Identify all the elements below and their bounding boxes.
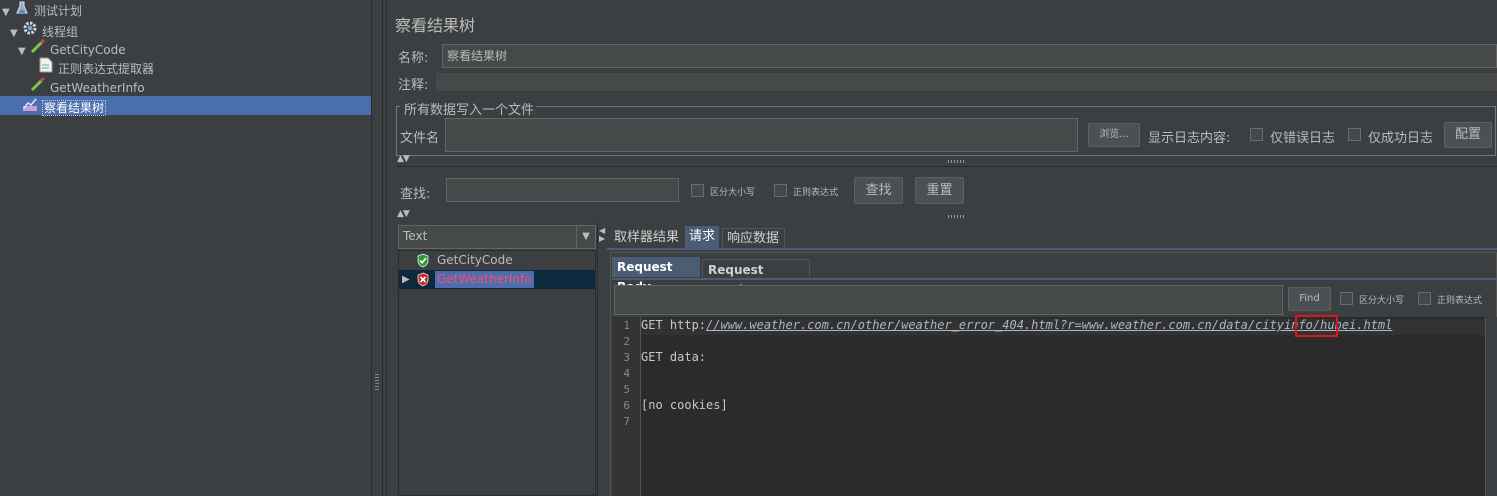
- result-item-label: GetCityCode: [437, 253, 513, 267]
- tab-underline: [607, 248, 1497, 250]
- code-line-6: [no cookies]: [641, 398, 728, 412]
- tab-sampler-result[interactable]: 取样器结果: [610, 228, 684, 248]
- tree-item-getweatherinfo[interactable]: GetWeatherInfo: [30, 76, 371, 95]
- page-title: 察看结果树: [395, 16, 476, 35]
- line-number: 7: [623, 415, 630, 428]
- comment-input[interactable]: [436, 73, 1497, 91]
- split-divider[interactable]: ▲▼: [397, 209, 1497, 221]
- collapse-arrows-icon[interactable]: ◀ ▶: [599, 227, 605, 243]
- request-body-editor[interactable]: 1 2 3 4 5 6 7 GET http://www.weather.com…: [612, 315, 1497, 496]
- request-regex-label: 正则表达式: [1437, 296, 1483, 306]
- request-method: GET http:: [641, 318, 707, 332]
- tree-item-label: 测试计划: [34, 4, 83, 18]
- request-case-label: 区分大小写: [1359, 296, 1405, 306]
- filename-label: 文件名: [400, 131, 440, 146]
- expand-arrow-icon[interactable]: ▼: [18, 42, 30, 61]
- find-button[interactable]: 查找: [854, 177, 903, 204]
- highlight-box: [1295, 315, 1338, 337]
- request-case-checkbox[interactable]: [1340, 292, 1353, 305]
- errors-only-label: 仅错误日志: [1270, 131, 1336, 146]
- test-plan-tree[interactable]: ▼ 测试计划 ▼ 线程组 ▼ GetCityCode 正则表达式提取器 GetW…: [0, 0, 371, 496]
- graph-icon: [22, 96, 38, 118]
- editor-scrollbar[interactable]: [1485, 317, 1497, 496]
- search-label: 查找:: [400, 187, 431, 202]
- tree-item-view-results-tree[interactable]: 察看结果树: [0, 96, 371, 118]
- subtab-underline: [612, 278, 1497, 280]
- search-regex-checkbox[interactable]: [774, 184, 787, 197]
- split-divider[interactable]: ▲▼: [397, 154, 1497, 166]
- tree-item-getcitycode[interactable]: ▼ GetCityCode: [18, 38, 371, 57]
- configure-button[interactable]: 配置: [1444, 122, 1492, 148]
- line-number: 1: [623, 319, 630, 332]
- browse-button[interactable]: 浏览...: [1088, 123, 1140, 147]
- log-content-label: 显示日志内容:: [1148, 131, 1231, 146]
- name-input[interactable]: 察看结果树: [442, 44, 1497, 68]
- search-case-label: 区分大小写: [710, 188, 756, 198]
- tab-request[interactable]: 请求: [685, 226, 719, 248]
- tree-item-label: 察看结果树: [42, 100, 107, 116]
- tab-response-data[interactable]: 响应数据: [722, 228, 785, 248]
- tree-item-label: GetWeatherInfo: [50, 81, 145, 95]
- errors-only-checkbox[interactable]: [1250, 128, 1263, 141]
- renderer-select-value: Text: [403, 229, 428, 243]
- code-line-3: GET data:: [641, 350, 707, 364]
- collapse-arrows-icon[interactable]: ▲▼: [397, 154, 410, 164]
- success-only-checkbox[interactable]: [1348, 128, 1361, 141]
- tree-item-label: GetCityCode: [50, 43, 126, 57]
- comment-label: 注释:: [398, 78, 429, 93]
- shield-error-icon: [416, 272, 430, 293]
- line-number: 4: [623, 367, 630, 380]
- collapse-arrows-icon[interactable]: ▲▼: [397, 209, 410, 219]
- pipette-icon: [30, 76, 46, 98]
- success-only-label: 仅成功日志: [1368, 131, 1434, 146]
- line-number-gutter: 1 2 3 4 5 6 7: [612, 317, 641, 496]
- line-number: 2: [623, 335, 630, 348]
- divider-line: [397, 166, 1497, 167]
- search-case-checkbox[interactable]: [691, 184, 704, 197]
- tree-item-label: 线程组: [42, 25, 79, 39]
- tree-item-test-plan[interactable]: ▼ 测试计划: [2, 1, 371, 20]
- results-splitter[interactable]: ◀ ▶: [597, 222, 606, 496]
- renderer-select[interactable]: Text ▼: [398, 225, 596, 249]
- request-search-input[interactable]: [614, 285, 1283, 315]
- tree-item-label: 正则表达式提取器: [58, 62, 155, 76]
- line-number: 6: [623, 399, 630, 412]
- chevron-down-icon[interactable]: ▼: [576, 226, 595, 248]
- search-input[interactable]: [446, 178, 679, 202]
- request-find-button[interactable]: Find: [1288, 287, 1331, 311]
- filename-input[interactable]: [445, 118, 1078, 152]
- subtab-request-headers[interactable]: Request Headers: [702, 259, 810, 297]
- drag-handle-icon[interactable]: [948, 160, 966, 163]
- drag-handle-icon[interactable]: [948, 215, 966, 218]
- group-line-left: [396, 106, 400, 107]
- flask-icon: [14, 1, 30, 21]
- expand-arrow-icon[interactable]: ▶: [402, 270, 410, 289]
- code-line-1: GET http://www.weather.com.cn/other/weat…: [641, 318, 1392, 332]
- result-item-label: GetWeatherInfo: [435, 271, 534, 288]
- search-regex-label: 正则表达式: [793, 188, 839, 198]
- splitter-grip-icon[interactable]: [375, 374, 379, 392]
- result-item-getweatherinfo[interactable]: ▶ GetWeatherInfo: [399, 270, 595, 289]
- name-label: 名称:: [398, 51, 429, 66]
- tree-item-thread-group[interactable]: ▼ 线程组: [10, 20, 371, 39]
- file-group-title: 所有数据写入一个文件: [402, 99, 537, 118]
- subtab-request-body[interactable]: Request Body: [612, 257, 700, 294]
- reset-button[interactable]: 重置: [915, 177, 964, 204]
- result-item-getcitycode[interactable]: GetCityCode: [399, 251, 595, 270]
- request-regex-checkbox[interactable]: [1418, 292, 1431, 305]
- tree-splitter[interactable]: [371, 0, 383, 496]
- line-number: 3: [623, 351, 630, 364]
- tree-item-regex-extractor[interactable]: 正则表达式提取器: [38, 57, 371, 76]
- group-line-right: [536, 106, 1496, 107]
- line-number: 5: [623, 383, 630, 396]
- request-url-link[interactable]: //www.weather.com.cn/other/weather_error…: [706, 318, 1392, 332]
